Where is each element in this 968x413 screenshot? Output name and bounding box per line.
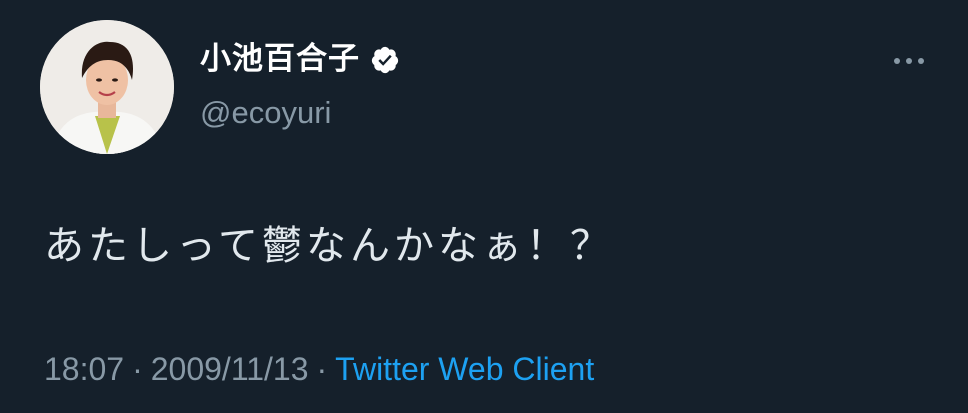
display-name[interactable]: 小池百合子: [200, 44, 360, 75]
tweet-text: あたしって鬱なんかなぁ！？: [44, 223, 614, 269]
more-dot: [894, 58, 900, 64]
meta-separator: ·: [132, 351, 143, 387]
author-handle[interactable]: @ecoyuri: [200, 97, 331, 128]
client-link[interactable]: Twitter Web Client: [335, 351, 594, 387]
tweet-date[interactable]: 2009/11/13: [151, 351, 309, 387]
author-name-row: 小池百合子: [200, 44, 400, 75]
tweet-meta: 18:07 · 2009/11/13 · Twitter Web Client: [44, 350, 594, 388]
avatar[interactable]: [40, 20, 174, 154]
avatar-image: [40, 20, 174, 154]
tweet-card: 小池百合子 @ecoyuri あたしって鬱なんかなぁ！？ 18:07 · 2009/…: [0, 0, 968, 413]
tweet-time[interactable]: 18:07: [44, 351, 124, 387]
meta-separator: ·: [316, 351, 328, 387]
more-dot: [906, 58, 912, 64]
more-horizontal-icon[interactable]: [894, 58, 924, 64]
verified-badge-icon: [370, 45, 400, 75]
more-dot: [918, 58, 924, 64]
